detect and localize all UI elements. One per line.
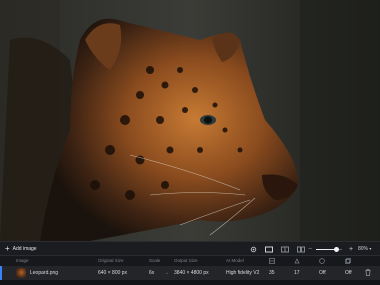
row-value-3[interactable]: Off: [319, 270, 326, 276]
minus-icon: −: [307, 245, 313, 253]
row-ai-model[interactable]: High fidelity V2: [226, 270, 259, 276]
side-by-side-button[interactable]: [297, 245, 305, 253]
split-view-icon: [281, 246, 289, 252]
compare-icon: [250, 246, 256, 252]
zoom-out-button[interactable]: −: [306, 245, 314, 253]
row-value-4[interactable]: Off: [345, 270, 352, 276]
row-image-name: Leopard.png: [30, 270, 59, 276]
toolbar: + Add image − + 80% ▾: [0, 241, 380, 256]
zoom-slider[interactable]: [316, 245, 342, 253]
denoise-icon: [269, 257, 275, 265]
layers-icon: [345, 257, 351, 265]
sharpen-icon: [294, 257, 300, 265]
header-output-size: Output Size: [174, 258, 198, 263]
selection-indicator: [0, 266, 2, 280]
plus-icon: +: [348, 245, 354, 253]
single-view-button[interactable]: [265, 245, 273, 253]
plus-icon: +: [5, 244, 10, 253]
table-header: Image Original Size Scale Output Size AI…: [0, 256, 380, 266]
zoom-slider-knob[interactable]: [334, 246, 340, 252]
footer-strip: [0, 280, 380, 285]
single-view-icon: [265, 246, 273, 252]
image-preview[interactable]: [0, 0, 380, 241]
leopard-image: [0, 0, 380, 241]
side-by-side-icon: [297, 246, 305, 252]
arrow-right-icon: →: [164, 270, 169, 276]
row-original-size: 640 × 800 px: [98, 270, 128, 276]
add-image-label: Add image: [12, 246, 37, 252]
add-image-button[interactable]: + Add image: [5, 244, 37, 254]
zoom-level-dropdown[interactable]: 80% ▾: [358, 244, 371, 254]
header-image: Image: [16, 258, 29, 263]
row-value-1[interactable]: 35: [269, 270, 275, 276]
header-original-size: Original Size: [98, 258, 124, 263]
row-output-size: 3840 × 4800 px: [174, 270, 209, 276]
zoom-level-value: 80%: [358, 246, 369, 252]
chevron-down-icon: ▾: [369, 246, 372, 251]
header-ai-model: AI Model: [226, 258, 244, 263]
row-scale: 6x: [149, 270, 155, 276]
compare-button[interactable]: [249, 245, 257, 253]
zoom-in-button[interactable]: +: [347, 245, 355, 253]
trash-icon[interactable]: [365, 269, 371, 278]
image-thumbnail: [16, 268, 26, 278]
header-scale: Scale: [149, 258, 161, 263]
split-view-button[interactable]: [281, 245, 289, 253]
table-row[interactable]: Leopard.png 640 × 800 px 6x → 3840 × 480…: [0, 266, 380, 280]
row-value-2[interactable]: 17: [294, 270, 300, 276]
face-icon: [319, 257, 325, 265]
